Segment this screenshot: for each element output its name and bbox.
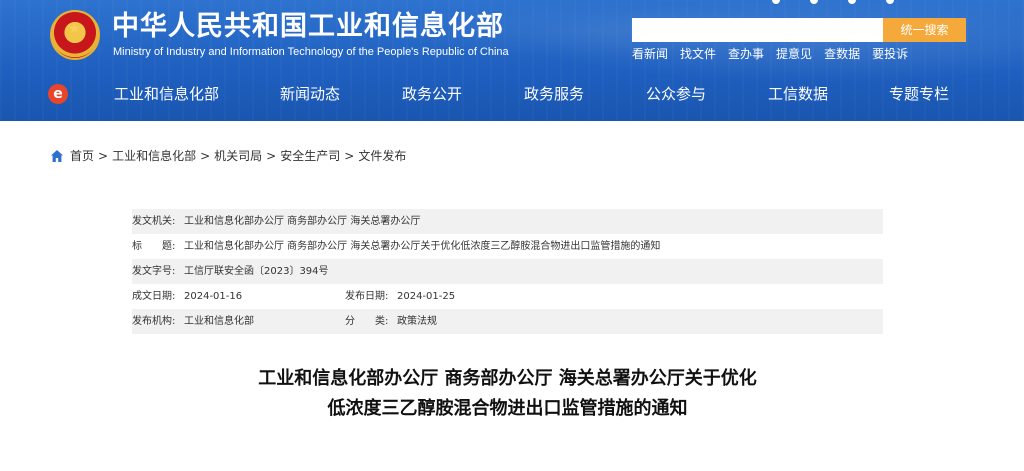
nav-item-public-participation[interactable]: 公众参与 [646,84,706,104]
publish-date-value: 2024-01-25 [397,291,456,302]
publish-date-label: 发布日期: [345,291,389,302]
doc-number-label: 发文字号: [132,266,176,277]
nav-item-government-services[interactable]: 政务服务 [524,84,584,104]
quick-links: 看新闻 找文件 查办事 提意见 查数据 要投诉 [632,46,920,62]
document-title: 工业和信息化部办公厅 商务部办公厅 海关总署办公厅关于优化 低浓度三乙醇胺混合物… [132,364,883,424]
breadcrumb-separator: > [344,148,355,163]
category-label: 分 类: [345,316,389,327]
publisher-value: 工业和信息化部 [184,316,254,327]
search-button[interactable]: 统一搜索 [883,18,966,42]
breadcrumb-miit[interactable]: 工业和信息化部 [112,147,196,164]
emblem-star-icon: ★ [68,21,81,37]
doc-number-value: 工信厅联安全函〔2023〕394号 [184,266,329,277]
quick-link-services[interactable]: 查办事 [728,46,764,62]
top-decoration-dots [772,0,894,4]
nav-item-news[interactable]: 新闻动态 [280,84,340,104]
home-icon[interactable] [50,149,64,163]
meta-row-dates: 成文日期: 2024-01-16 发布日期: 2024-01-25 [132,284,883,309]
document-metadata-table: 发文机关: 工业和信息化部办公厅 商务部办公厅 海关总署办公厅 标 题: 工业和… [132,209,883,334]
decoration-dot [810,0,818,4]
meta-row-title: 标 题: 工业和信息化部办公厅 商务部办公厅 海关总署办公厅关于优化低浓度三乙醇… [132,234,883,259]
meta-row-doc-number: 发文字号: 工信厅联安全函〔2023〕394号 [132,259,883,284]
quick-link-data[interactable]: 查数据 [824,46,860,62]
quick-link-files[interactable]: 找文件 [680,46,716,62]
decoration-dot [886,0,894,4]
breadcrumb-file-release[interactable]: 文件发布 [358,147,406,164]
site-title[interactable]: 中华人民共和国工业和信息化部 [112,10,504,44]
issuer-label: 发文机关: [132,216,176,227]
breadcrumb-safety-department[interactable]: 安全生产司 [280,147,340,164]
title-value: 工业和信息化部办公厅 商务部办公厅 海关总署办公厅关于优化低浓度三乙醇胺混合物进… [184,241,661,252]
document-title-line-1: 工业和信息化部办公厅 商务部办公厅 海关总署办公厅关于优化 [258,368,757,389]
search-input[interactable] [632,18,884,42]
issuer-value: 工业和信息化部办公厅 商务部办公厅 海关总署办公厅 [184,216,421,227]
category-value: 政策法规 [397,316,437,327]
document-title-line-2: 低浓度三乙醇胺混合物进出口监管措施的通知 [327,398,688,419]
decoration-dot [772,0,780,4]
breadcrumb-departments[interactable]: 机关司局 [214,147,262,164]
site-subtitle: Ministry of Industry and Information Tec… [113,46,509,58]
breadcrumb-separator: > [98,148,109,163]
national-emblem-icon[interactable]: ★ [50,10,100,60]
publisher-label: 发布机构: [132,316,176,327]
title-label: 标 题: [132,241,176,252]
nav-item-miit[interactable]: 工业和信息化部 [114,84,219,104]
nav-item-government-affairs[interactable]: 政务公开 [402,84,462,104]
meta-row-issuer: 发文机关: 工业和信息化部办公厅 商务部办公厅 海关总署办公厅 [132,209,883,234]
breadcrumb-separator: > [200,148,211,163]
main-nav: e 工业和信息化部 新闻动态 政务公开 政务服务 公众参与 工信数据 专题专栏 [0,76,1024,112]
written-date-label: 成文日期: [132,291,176,302]
nav-item-miit-data[interactable]: 工信数据 [768,84,828,104]
written-date-value: 2024-01-16 [184,291,243,302]
breadcrumb-separator: > [266,148,277,163]
decoration-dot [848,0,856,4]
quick-link-news[interactable]: 看新闻 [632,46,668,62]
nav-item-special-topics[interactable]: 专题专栏 [889,84,949,104]
quick-link-feedback[interactable]: 提意见 [776,46,812,62]
breadcrumb-home[interactable]: 首页 [70,147,94,164]
site-header: ★ 中华人民共和国工业和信息化部 Ministry of Industry an… [0,0,1024,121]
quick-link-complaint[interactable]: 要投诉 [872,46,908,62]
nav-logo-icon[interactable]: e [48,84,68,104]
breadcrumb: 首页 > 工业和信息化部 > 机关司局 > 安全生产司 > 文件发布 [50,147,406,164]
meta-row-publisher: 发布机构: 工业和信息化部 分 类: 政策法规 [132,309,883,334]
